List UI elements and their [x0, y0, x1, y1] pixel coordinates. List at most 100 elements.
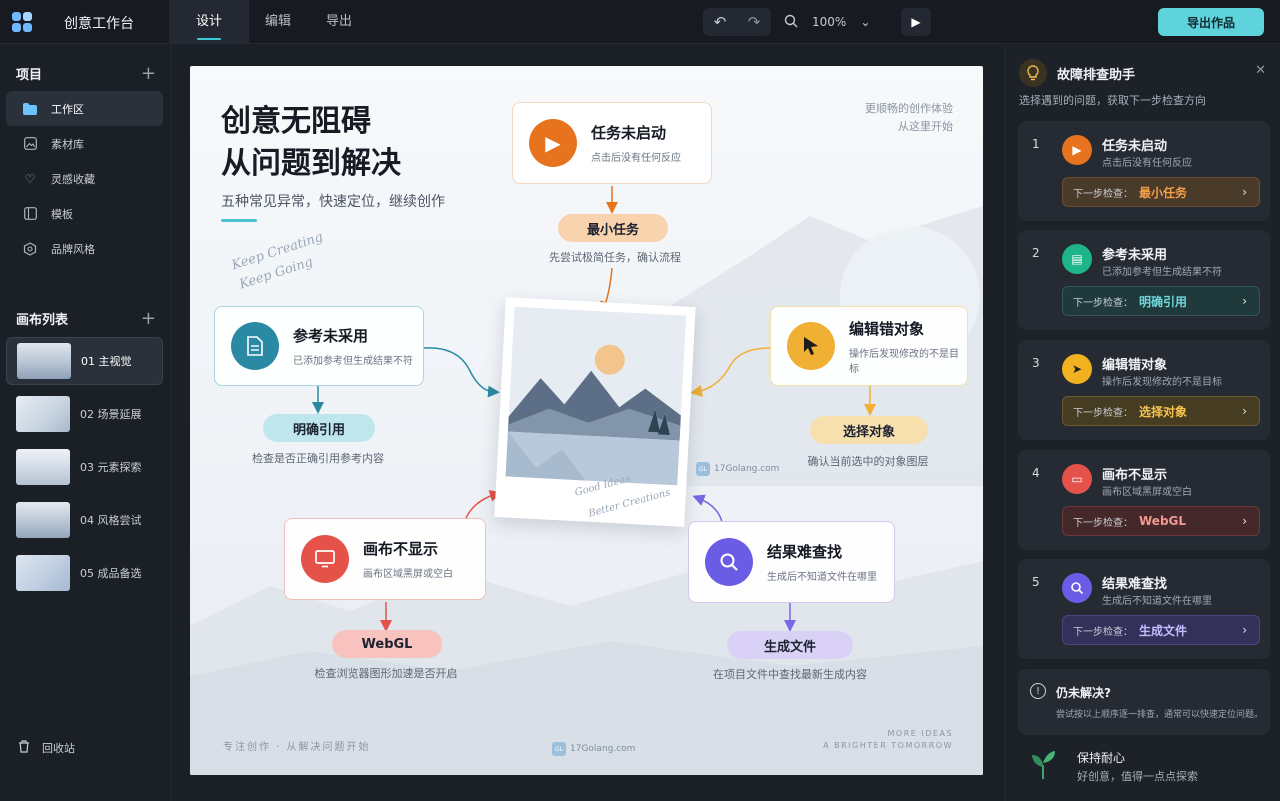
- card-title: 任务未启动: [591, 124, 667, 142]
- next-check-button[interactable]: 下一步检查： 生成文件 ›: [1062, 615, 1260, 645]
- next-check-button[interactable]: 下一步检查： 最小任务 ›: [1062, 177, 1260, 207]
- canvas-item[interactable]: 05 成品备选: [6, 549, 163, 597]
- question-icon: !: [1030, 683, 1046, 699]
- solution-hint: 先尝试极简任务，确认流程: [549, 251, 681, 264]
- troubleshoot-panel: 故障排查助手 ✕ 选择遇到的问题，获取下一步检查方向 1 ▶ 任务未启动 点击后…: [1004, 45, 1280, 801]
- project-nav: 工作区 素材库 ♡ 灵感收藏 模板 品牌风格: [6, 91, 163, 266]
- sidebar-item-templates[interactable]: 模板: [6, 196, 163, 231]
- export-button[interactable]: 导出作品: [1158, 8, 1264, 36]
- watermark-logo-icon: GL: [552, 742, 566, 756]
- card-title: 参考未采用: [293, 327, 369, 345]
- next-check-prefix: 下一步检查：: [1073, 517, 1133, 529]
- canvas-thumbnail: [16, 449, 70, 485]
- issue-card-reference-unused[interactable]: 参考未采用 已添加参考但生成结果不符: [214, 306, 424, 386]
- next-check-prefix: 下一步检查：: [1073, 188, 1133, 200]
- watermark-text: 17Golang.com: [714, 464, 780, 474]
- sidebar-item-label: 素材库: [51, 137, 84, 151]
- chevron-right-icon: ›: [1242, 185, 1247, 199]
- issue-list-item[interactable]: 1 ▶ 任务未启动 点击后没有任何反应 下一步检查： 最小任务 ›: [1018, 121, 1270, 221]
- monitor-icon: [301, 535, 349, 583]
- close-icon[interactable]: ✕: [1255, 63, 1266, 78]
- issue-list-item[interactable]: 4 ▭ 画布不显示 画布区域黑屏或空白 下一步检查： WebGL ›: [1018, 450, 1270, 550]
- solution-pill-select-object: 选择对象: [810, 416, 928, 444]
- zoom-search-icon[interactable]: [784, 14, 798, 31]
- solution-hint: 检查是否正确引用参考内容: [252, 452, 384, 465]
- next-check-button[interactable]: 下一步检查： 选择对象 ›: [1062, 396, 1260, 426]
- panel-header: 故障排查助手: [1019, 59, 1135, 87]
- add-project-icon[interactable]: +: [141, 63, 156, 84]
- issue-card-canvas-blank[interactable]: 画布不显示 画布区域黑屏或空白: [284, 518, 486, 600]
- play-icon: ▶: [911, 15, 921, 29]
- next-check-value: 选择对象: [1139, 404, 1188, 419]
- redo-icon[interactable]: ↷: [737, 8, 771, 36]
- card-title: 画布不显示: [363, 540, 439, 558]
- issue-card-task-not-started[interactable]: ▶ 任务未启动 点击后没有任何反应: [512, 102, 712, 184]
- canvas-item[interactable]: 04 风格尝试: [6, 496, 163, 544]
- solution-hint: 检查浏览器图形加速是否开启: [314, 667, 458, 680]
- issue-card-wrong-object[interactable]: 编辑错对象 操作后发现修改的不是目标: [770, 306, 968, 386]
- solution-pill-explicit-reference: 明确引用: [263, 414, 375, 442]
- next-check-button[interactable]: 下一步检查： WebGL ›: [1062, 506, 1260, 536]
- canvas-item[interactable]: 02 场景延展: [6, 390, 163, 438]
- palette-icon: [22, 241, 38, 257]
- canvas-item[interactable]: 01 主视觉: [6, 337, 163, 385]
- sidebar-item-assets[interactable]: 素材库: [6, 126, 163, 161]
- next-check-button[interactable]: 下一步检查： 明确引用 ›: [1062, 286, 1260, 316]
- canvas-list: 01 主视觉 02 场景延展 03 元素探索 04 风格尝试 05 成品备选: [6, 337, 163, 602]
- chevron-down-icon[interactable]: ⌄: [860, 15, 870, 29]
- patience-desc: 好创意，值得一点点探索: [1077, 770, 1198, 783]
- trash-item[interactable]: 回收站: [18, 740, 75, 756]
- zoom-level[interactable]: 100%: [812, 15, 846, 29]
- next-check-prefix: 下一步检查：: [1073, 626, 1133, 638]
- canvas-thumbnail: [17, 343, 71, 379]
- next-check-value: 生成文件: [1139, 623, 1188, 638]
- card-title: 结果难查找: [767, 543, 843, 561]
- issue-card-result-hard-to-find[interactable]: 结果难查找 生成后不知道文件在哪里: [688, 521, 895, 603]
- watermark-logo-icon: GL: [696, 462, 710, 476]
- card-desc: 已添加参考但生成结果不符: [293, 356, 413, 367]
- document-icon: ▤: [1062, 244, 1092, 274]
- trash-icon: [18, 740, 30, 756]
- undo-icon[interactable]: ↶: [703, 8, 737, 36]
- canvas-item-label: 05 成品备选: [80, 567, 142, 580]
- next-check-value: 明确引用: [1139, 294, 1188, 309]
- next-check-prefix: 下一步检查：: [1073, 407, 1133, 419]
- sidebar-item-workspace[interactable]: 工作区: [6, 91, 163, 126]
- next-check-value: WebGL: [1139, 514, 1187, 528]
- solution-pill-generated-file: 生成文件: [727, 631, 853, 659]
- card-desc: 点击后没有任何反应: [591, 153, 681, 164]
- play-button[interactable]: ▶: [901, 8, 931, 36]
- issue-desc: 操作后发现修改的不是目标: [1102, 377, 1222, 388]
- sidebar-item-inspiration[interactable]: ♡ 灵感收藏: [6, 161, 163, 196]
- tab-design[interactable]: 设计: [169, 0, 249, 44]
- issue-title: 任务未启动: [1102, 139, 1168, 154]
- issue-list-item[interactable]: 2 ▤ 参考未采用 已添加参考但生成结果不符 下一步检查： 明确引用 ›: [1018, 230, 1270, 330]
- app-logo-icon[interactable]: [12, 12, 32, 32]
- canvas-list-header: 画布列表 +: [16, 308, 156, 329]
- watermark: GL 17Golang.com: [552, 742, 635, 756]
- sidebar-item-label: 模板: [51, 207, 73, 221]
- solution-hint: 在项目文件中查找最新生成内容: [713, 668, 867, 681]
- main-tabs: 设计 编辑 导出: [169, 0, 371, 44]
- issue-list-item[interactable]: 3 ➤ 编辑错对象 操作后发现修改的不是目标 下一步检查： 选择对象 ›: [1018, 340, 1270, 440]
- canvas-item-label: 02 场景延展: [80, 408, 142, 421]
- card-desc: 生成后不知道文件在哪里: [767, 572, 877, 583]
- artboard-canvas[interactable]: 创意无阻碍 从问题到解决 五种常见异常，快速定位，继续创作 Keep Creat…: [190, 66, 983, 775]
- tab-export[interactable]: 导出: [307, 0, 371, 44]
- patience-title: 保持耐心: [1077, 751, 1126, 765]
- tab-edit[interactable]: 编辑: [249, 0, 307, 44]
- sidebar-item-brand-style[interactable]: 品牌风格: [6, 231, 163, 266]
- issue-desc: 点击后没有任何反应: [1102, 158, 1192, 169]
- canvas-thumbnail: [16, 502, 70, 538]
- image-icon: [22, 136, 38, 152]
- play-icon: ▶: [1062, 135, 1092, 165]
- canvas-item-label: 03 元素探索: [80, 461, 142, 474]
- canvas-item[interactable]: 03 元素探索: [6, 443, 163, 491]
- footer-slogan: 专注创作 · 从解决问题开始: [223, 742, 371, 753]
- add-canvas-icon[interactable]: +: [141, 308, 156, 329]
- issue-list-item[interactable]: 5 结果难查找 生成后不知道文件在哪里 下一步检查： 生成文件 ›: [1018, 559, 1270, 659]
- canvas-item-label: 04 风格尝试: [80, 514, 142, 527]
- solution-pill-min-task: 最小任务: [558, 214, 668, 242]
- zoom-control[interactable]: 100% ⌄: [784, 8, 870, 36]
- issue-number: 3: [1032, 356, 1040, 370]
